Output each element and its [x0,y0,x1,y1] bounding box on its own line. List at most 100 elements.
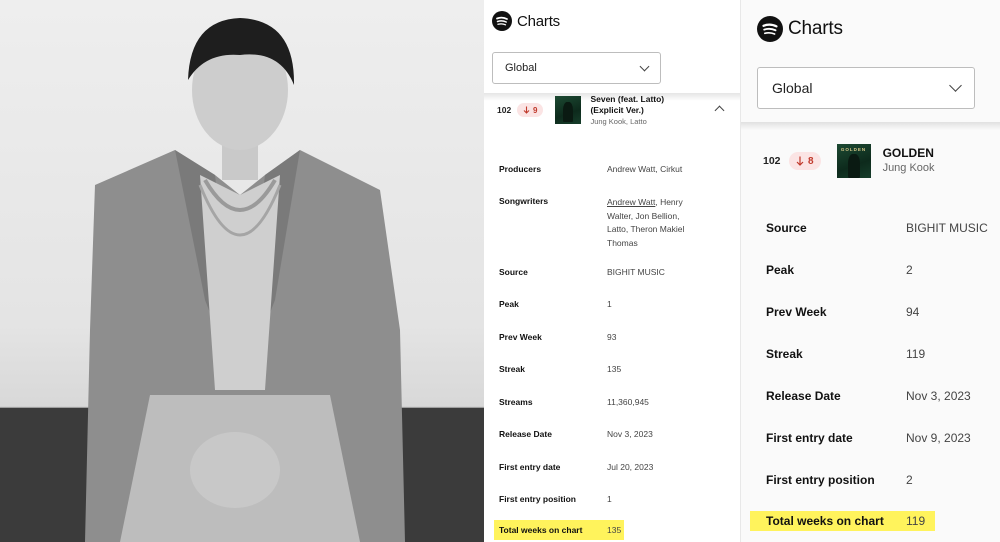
rank-movement-badge: 9 [517,103,544,117]
songwriter-line: Thomas [607,237,638,248]
artist-photo-illustration [0,18,484,542]
detail-label: First entry date [766,431,853,445]
detail-row-prev-week: Prev Week 94 [766,305,919,319]
chevron-down-icon [949,79,962,92]
songwriter-link[interactable]: Andrew Watt [607,197,655,207]
detail-label: First entry position [499,494,576,504]
detail-value: BIGHIT MUSIC [607,267,665,277]
spotify-icon [757,16,783,42]
track-title-line1: Seven (feat. Latto) [590,93,665,104]
detail-label: Streak [766,347,803,361]
album-art-text: GOLDEN [840,147,867,152]
detail-value: 119 [906,347,926,361]
detail-value: 1 [607,494,612,504]
detail-row-first-entry-position: First entry position 2 [766,473,913,487]
detail-row-first-entry-date: First entry date Nov 9, 2023 [766,431,971,445]
chevron-down-icon [639,61,650,71]
rank-movement-value: 9 [533,105,538,115]
region-select[interactable]: Global [492,52,661,84]
detail-row-first-entry-position: First entry position 1 [499,494,612,504]
region-select[interactable]: Global [757,67,975,109]
detail-row-songwriters: Songwriters Andrew Watt, Henry Walter, J… [499,196,684,250]
detail-row-streak: Streak 119 [766,347,925,361]
detail-value: Jul 20, 2023 [607,462,654,472]
detail-row-total-weeks: Total weeks on chart 135 [494,520,624,540]
detail-label: Release Date [766,389,841,403]
detail-value: 135 [607,525,622,535]
detail-label: Source [499,267,528,277]
detail-row-streak: Streak 135 [499,364,621,374]
detail-label: First entry date [499,462,561,472]
detail-label: Prev Week [499,332,542,342]
detail-value: 11,360,945 [607,397,649,407]
header-shadow [741,122,1000,130]
detail-label: Peak [766,263,795,277]
album-art [555,96,582,124]
detail-value: 2 [906,263,913,277]
track-title-line2: (Explicit Ver.) [590,104,644,115]
detail-label: Producers [499,164,542,174]
detail-label: Total weeks on chart [499,525,583,535]
track-info: Seven (feat. Latto) (Explicit Ver.) Jung… [590,94,664,127]
album-art: GOLDEN [836,144,871,178]
track-row[interactable]: 102 9 Seven (feat. Latto) (Explicit Ver.… [497,94,733,126]
detail-value: Andrew Watt, Henry Walter, Jon Bellion, … [607,196,684,250]
detail-row-release-date: Release Date Nov 3, 2023 [499,429,653,439]
chart-detail-panel-golden: Charts Global 102 8 GOLDEN GOLDEN Jung K… [741,0,1000,542]
charts-brand[interactable]: Charts [492,11,560,31]
arrow-down-icon [796,156,804,166]
region-select-value: Global [505,62,537,74]
detail-label: Prev Week [766,305,827,319]
detail-label: Peak [499,299,519,309]
detail-label: First entry position [766,473,875,487]
spotify-icon [492,11,512,31]
detail-label: Source [766,221,807,235]
detail-row-source: Source BIGHIT MUSIC [499,267,665,277]
chart-detail-panel-seven: Charts Global 102 9 Seven (feat. Latto) … [484,0,740,542]
detail-value: 135 [607,364,622,374]
detail-value: BIGHIT MUSIC [906,221,988,235]
detail-value: Nov 3, 2023 [607,429,653,439]
track-rank: 102 [497,105,512,115]
detail-value: 2 [906,473,913,487]
region-select-value: Global [772,80,813,96]
detail-label: Streak [499,364,525,374]
detail-value: 119 [906,514,926,528]
track-title: GOLDEN [882,146,934,160]
detail-row-peak: Peak 1 [499,299,612,309]
detail-value: 1 [607,299,612,309]
detail-value: Andrew Watt, Cirkut [607,164,683,174]
brand-title: Charts [517,12,560,30]
detail-row-peak: Peak 2 [766,263,913,277]
charts-brand[interactable]: Charts [757,16,843,42]
track-artist: Jung Kook [882,162,935,174]
detail-value: Nov 9, 2023 [906,431,971,445]
arrow-down-icon [523,106,530,114]
detail-row-first-entry-date: First entry date Jul 20, 2023 [499,462,653,472]
detail-row-prev-week: Prev Week 93 [499,332,616,342]
brand-title: Charts [788,18,843,39]
track-rank: 102 [763,155,781,167]
track-row[interactable]: 102 8 GOLDEN GOLDEN Jung Kook [763,142,993,180]
rank-movement-value: 8 [808,155,814,167]
detail-label: Songwriters [499,196,549,206]
track-artist: Jung Kook, Latto [590,116,647,126]
detail-row-streams: Streams 11,360,945 [499,397,649,407]
songwriter-line: Latto, Theron Makiel [607,224,685,234]
detail-value: 93 [607,332,617,342]
track-info: GOLDEN Jung Kook [883,146,935,176]
detail-row-total-weeks: Total weeks on chart 119 [750,511,935,531]
detail-row-release-date: Release Date Nov 3, 2023 [766,389,971,403]
detail-value: Nov 3, 2023 [906,389,971,403]
detail-label: Streams [499,397,533,407]
detail-row-producers: Producers Andrew Watt, Cirkut [499,164,682,174]
detail-value: 94 [906,305,920,319]
detail-label: Release Date [499,429,552,439]
chevron-up-icon[interactable] [714,105,725,116]
songwriter-rest: , Henry [655,197,683,207]
detail-label: Total weeks on chart [766,514,884,528]
artist-photo [0,0,484,542]
detail-row-source: Source BIGHIT MUSIC [766,221,988,235]
rank-movement-badge: 8 [789,152,821,170]
songwriter-line: Walter, Jon Bellion, [607,210,680,221]
